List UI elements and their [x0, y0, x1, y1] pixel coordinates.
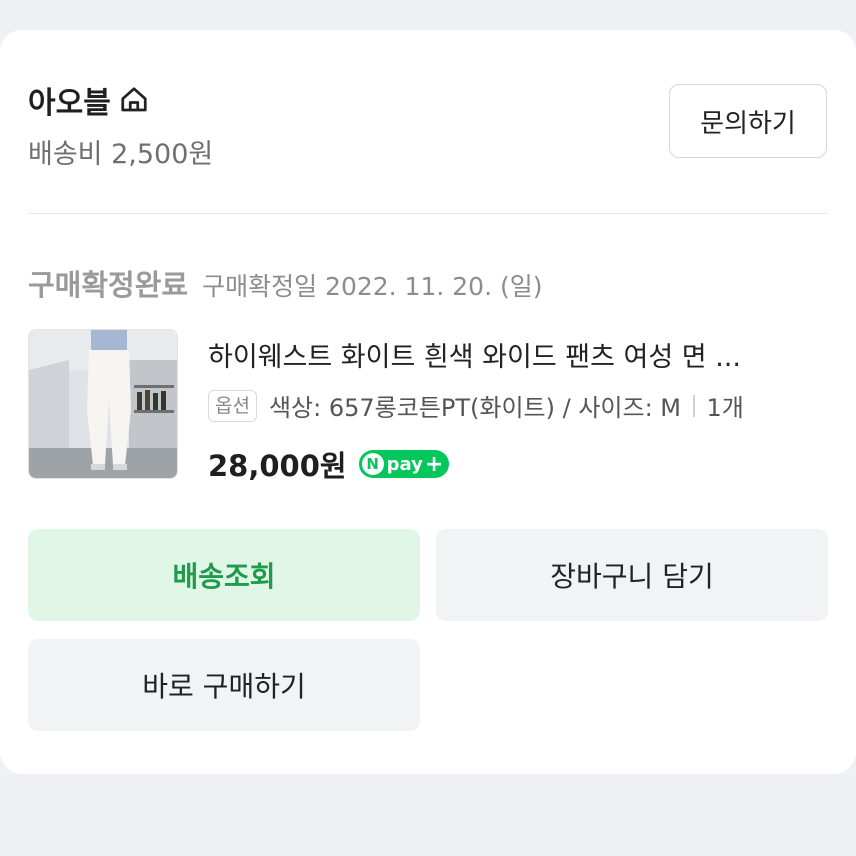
- npay-badge: N pay +: [358, 450, 450, 478]
- order-status: 구매확정완료: [28, 268, 189, 302]
- npay-plus-icon: +: [424, 451, 444, 477]
- home-icon: [119, 85, 149, 115]
- product-price: 28,000원: [208, 449, 347, 483]
- divider: [28, 213, 828, 214]
- track-delivery-button[interactable]: 배송조회: [28, 529, 420, 621]
- store-name[interactable]: 아오블: [28, 78, 149, 122]
- quantity: 1개: [706, 394, 744, 422]
- product-title[interactable]: 하이웨스트 화이트 흰색 와이드 팬츠 여성 면 ...: [208, 335, 820, 374]
- quantity-separator: [693, 394, 695, 417]
- inquiry-button[interactable]: 문의하기: [669, 84, 827, 158]
- npay-text: pay: [386, 453, 423, 475]
- confirm-date: 구매확정일 2022. 11. 20. (일): [202, 272, 543, 301]
- npay-n-icon: N: [361, 453, 384, 475]
- store-name-label: 아오블: [28, 86, 111, 121]
- add-to-cart-button[interactable]: 장바구니 담기: [436, 529, 828, 621]
- buy-now-button[interactable]: 바로 구매하기: [28, 639, 420, 731]
- order-status-row: 구매확정완료 구매확정일 2022. 11. 20. (일): [28, 262, 542, 304]
- product-thumbnail[interactable]: [28, 329, 178, 479]
- product-option-row: 옵션 색상: 657롱코튼PT(화이트) / 사이즈: M 1개: [208, 388, 744, 423]
- shipping-fee: 배송비 2,500원: [28, 139, 214, 170]
- price-row: 28,000원 N pay +: [208, 443, 450, 485]
- option-badge: 옵션: [208, 389, 257, 422]
- option-text: 색상: 657롱코튼PT(화이트) / 사이즈: M: [268, 394, 681, 422]
